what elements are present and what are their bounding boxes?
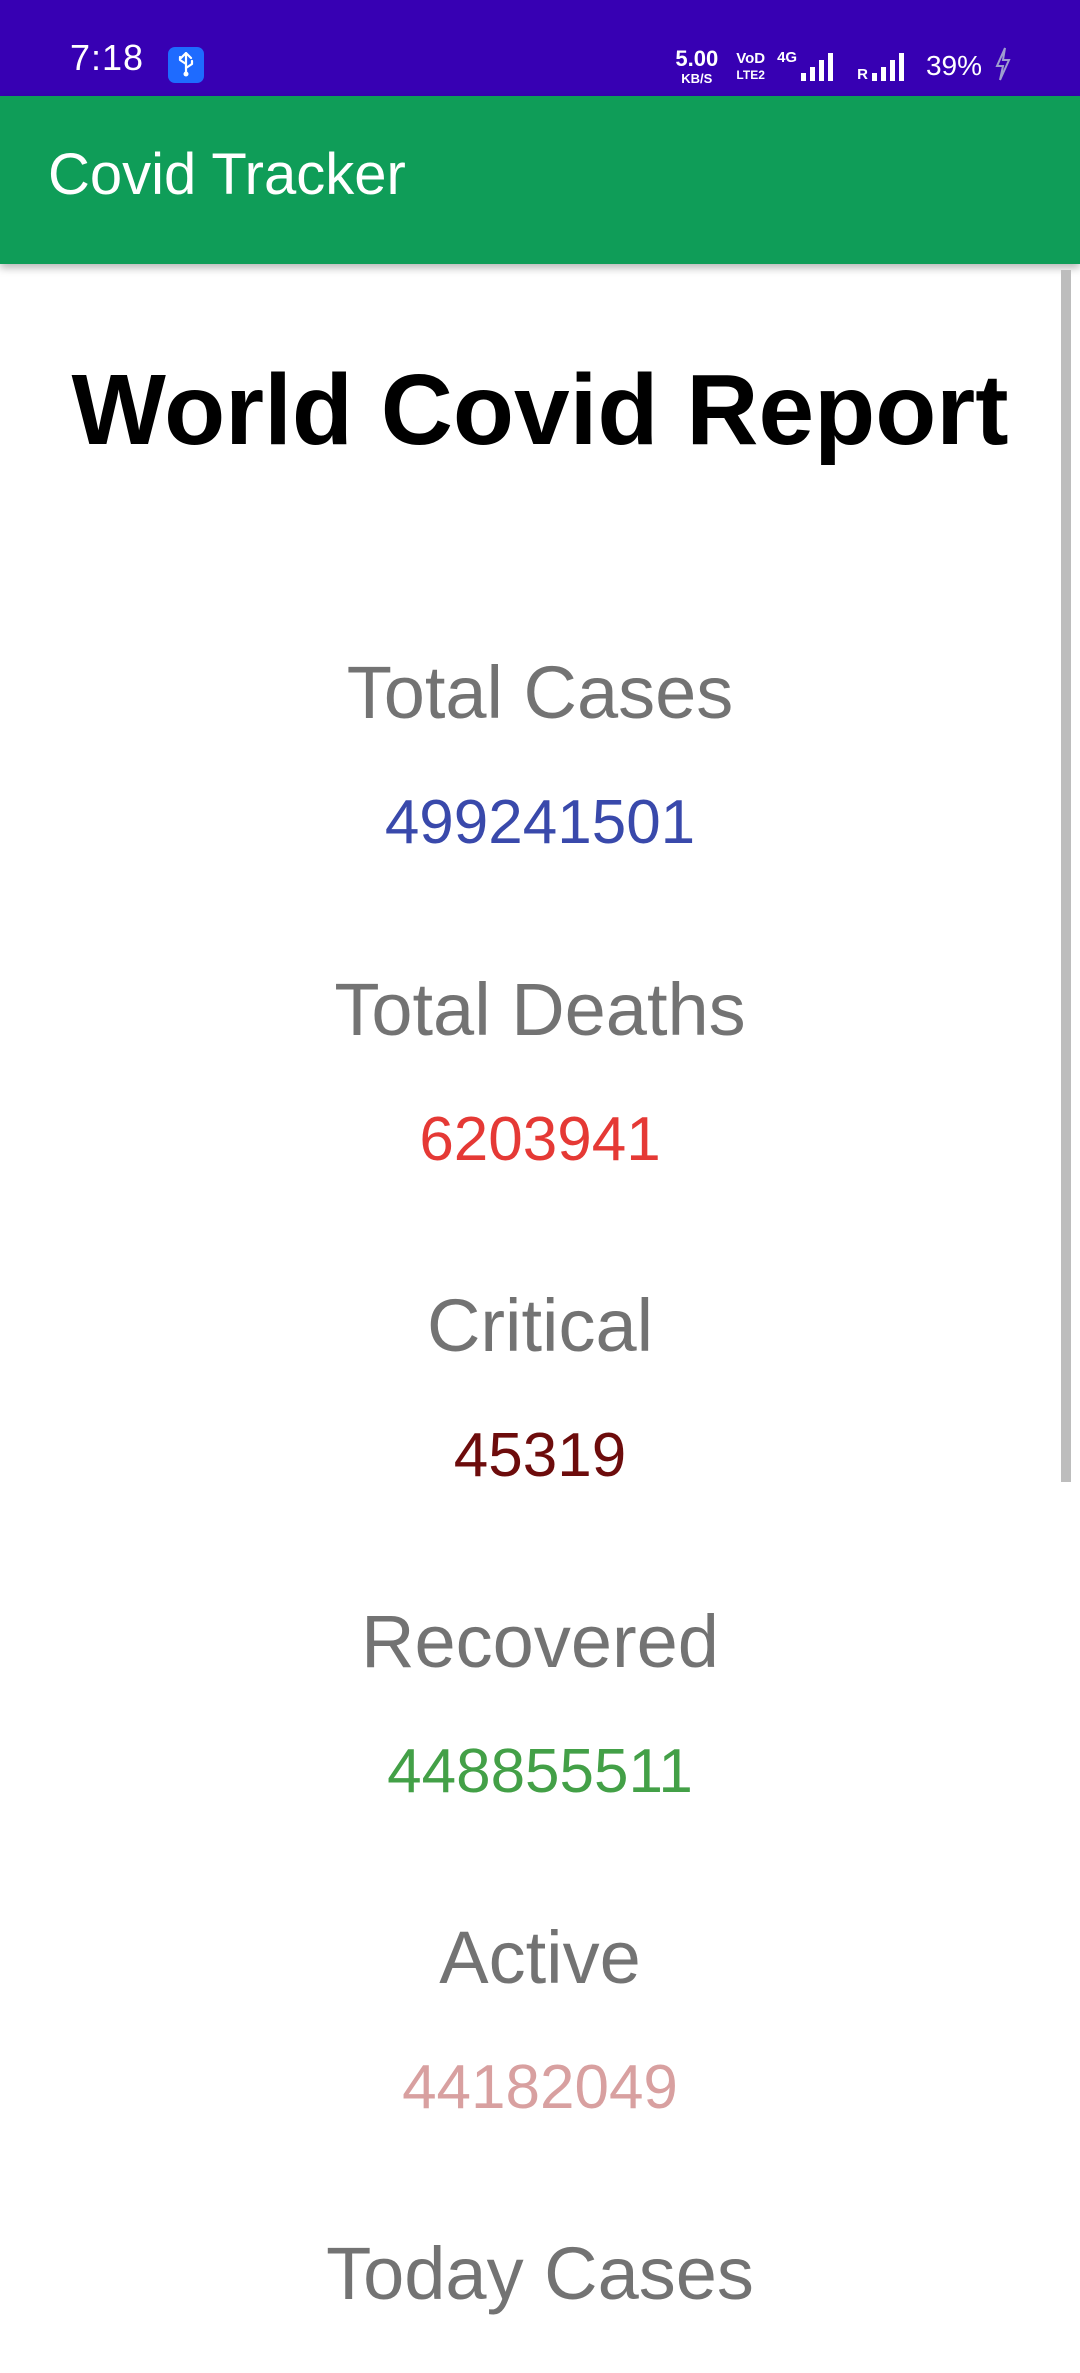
stat-value: 6203941	[419, 1105, 661, 1174]
charging-icon	[994, 47, 1012, 86]
stat-value: 44182049	[402, 2053, 678, 2122]
stat-total-cases: Total Cases 499241501	[0, 656, 1080, 854]
stat-label: Total Deaths	[334, 968, 746, 1051]
stat-active: Active 44182049	[0, 1921, 1080, 2119]
stat-critical: Critical 45319	[0, 1289, 1080, 1487]
stat-value: 448855511	[387, 1737, 693, 1806]
stat-value: 499241501	[384, 788, 696, 857]
stat-recovered: Recovered 448855511	[0, 1605, 1080, 1803]
volte-indicator: VoD LTE2	[736, 50, 766, 82]
battery-level: 39%	[925, 50, 982, 81]
app-bar: Covid Tracker	[0, 96, 1080, 264]
stat-total-deaths: Total Deaths 6203941	[0, 973, 1080, 1171]
network-speed: 5.00 KB/S	[675, 45, 719, 86]
scrollbar[interactable]	[1061, 270, 1071, 1482]
stat-today-cases: Today Cases	[0, 2237, 1080, 2373]
signal-icon: R	[857, 49, 910, 83]
status-time: 7:18	[70, 37, 145, 78]
stat-label: Active	[439, 1916, 641, 1999]
page-title: World Covid Report	[71, 354, 1009, 466]
stat-label: Critical	[426, 1284, 654, 1367]
usb-icon	[168, 47, 204, 83]
app-title: Covid Tracker	[48, 142, 406, 207]
stat-label: Recovered	[361, 1600, 719, 1683]
stat-label: Today Cases	[326, 2232, 754, 2315]
report-content[interactable]: World Covid Report Total Cases 499241501…	[0, 264, 1080, 2340]
stat-value: 45319	[453, 1421, 627, 1490]
status-bar: 7:18 5.00 KB/S VoD LTE2 4G R 39%	[0, 0, 1080, 96]
stat-label: Total Cases	[346, 651, 734, 734]
signal-icon: 4G	[777, 49, 839, 83]
